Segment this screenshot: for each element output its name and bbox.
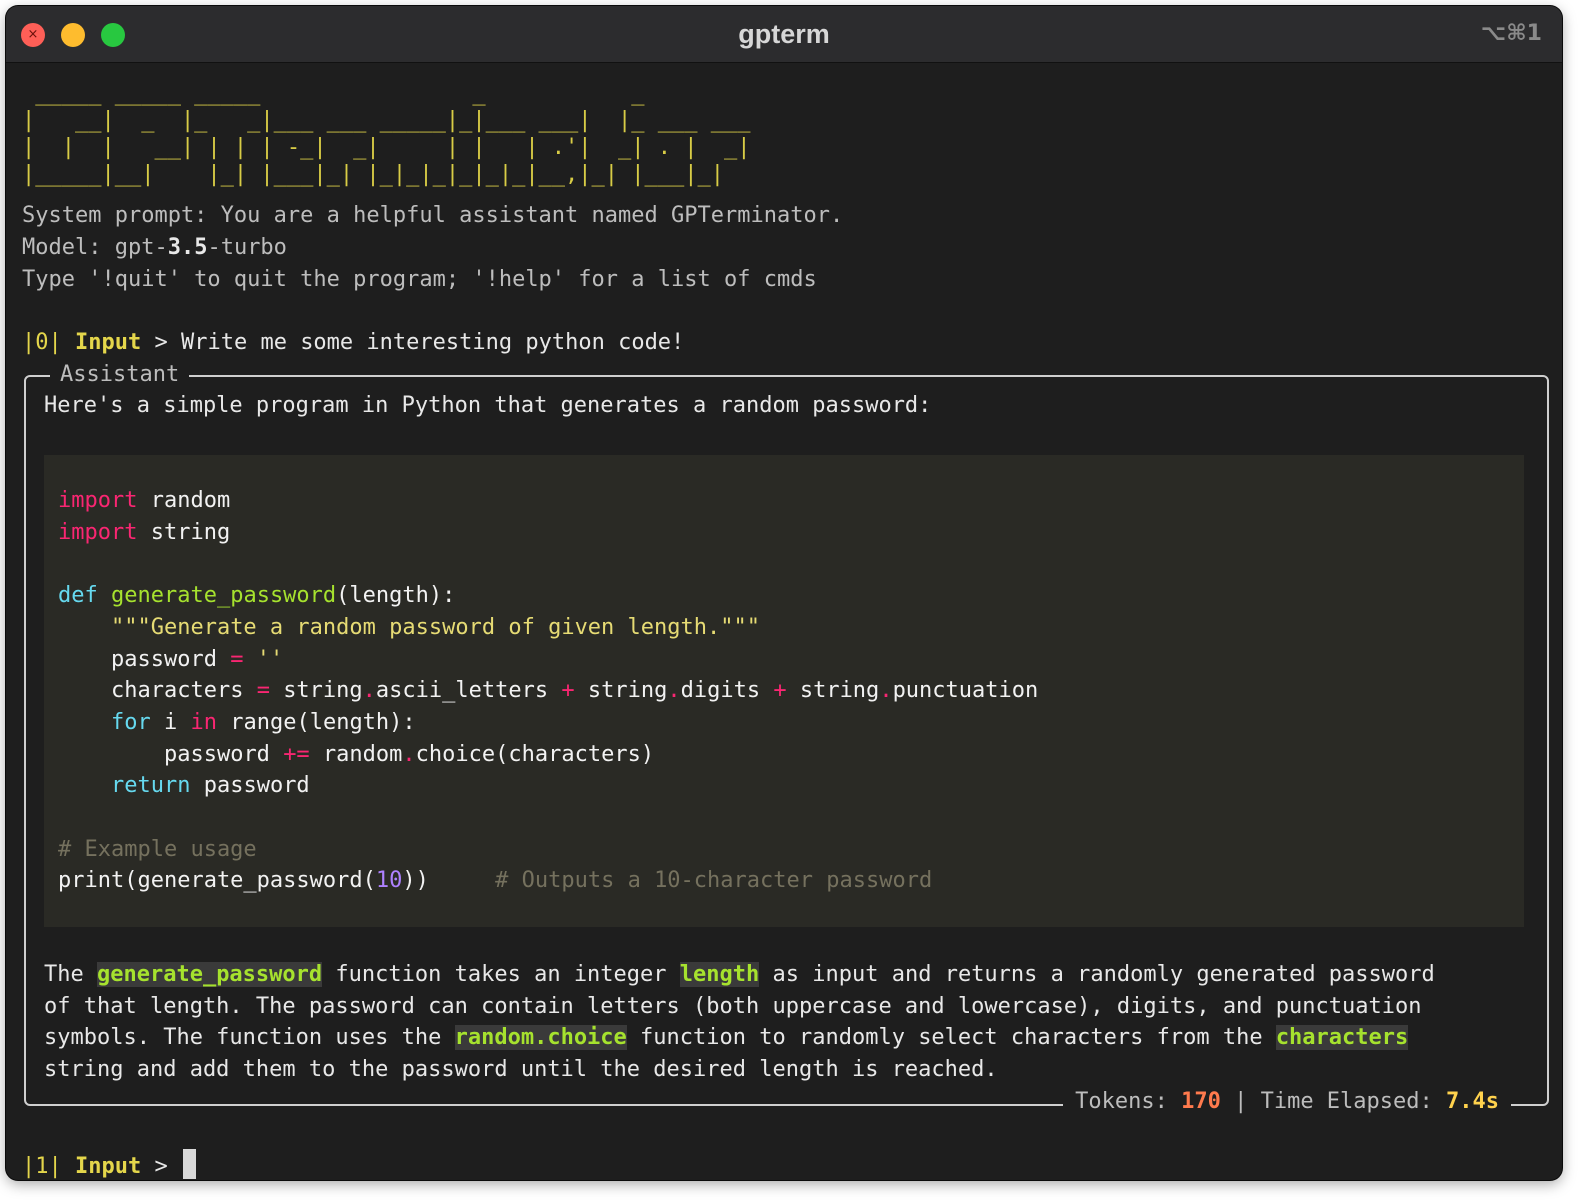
code-line: characters = string.ascii_letters + stri… [110,678,1039,703]
explanation-line: The generate_password function takes an … [44,962,1435,987]
banner-line: | | | __| | | | -_| _| | | | .'| _| . | … [22,135,751,160]
code-line: import random [58,488,231,513]
terminal-window: × gpterm ⌥⌘1 _____ _____ _____ _ _ | __|… [6,6,1562,1180]
explanation-line: symbols. The function uses the random.ch… [44,1025,1409,1050]
window-shortcut: ⌥⌘1 [1480,21,1542,46]
code-line: password = '' [110,647,284,672]
model-version: 3.5 [167,235,208,260]
prompt-label: Input [75,1154,142,1179]
code-line: for i in range(length): [110,710,416,735]
user-message: Write me some interesting python code! [180,330,685,355]
stats-separator: | [1220,1089,1261,1114]
system-prompt-line: System prompt: You are a helpful assista… [22,203,844,228]
tokens-label: Tokens: [1075,1089,1182,1114]
title-bar: × gpterm ⌥⌘1 [6,6,1562,63]
code-line: # Example usage [58,837,257,862]
ascii-banner: _____ _____ _____ _ _ | __| _ |_ _|___ _… [22,80,764,188]
assistant-label: Assistant [50,359,190,391]
code-line: def generate_password(length): [58,583,456,608]
prompt-arrow: > [141,330,181,355]
inline-code: generate_password [96,962,323,987]
input-prompt-0: |0| Input > Write me some interesting py… [22,327,684,359]
inline-code: length [679,962,760,987]
code-line: import string [58,520,231,545]
inline-code: characters [1275,1025,1409,1050]
terminal-content[interactable]: _____ _____ _____ _ _ | __| _ |_ _|___ _… [6,62,1562,1180]
explanation-line: of that length. The password can contain… [44,994,1422,1019]
tokens-value: 170 [1181,1089,1221,1114]
time-value: 7.4s [1446,1089,1499,1114]
input-prompt-1[interactable]: |1| Input > [22,1149,196,1180]
assistant-panel: Assistant Here's a simple program in Pyt… [24,359,1549,1118]
prompt-index: |0| [22,330,62,355]
model-suffix: -turbo [207,235,287,260]
text-cursor[interactable] [182,1149,196,1179]
banner-line: |_____|__| |_| |___|_| |_|_|_|_|_|_|__,|… [22,162,724,187]
explanation-line: string and add them to the password unti… [44,1057,998,1082]
prompt-index: |1| [22,1154,62,1179]
prompt-label: Input [75,330,142,355]
code-line: """Generate a random password of given l… [110,615,760,640]
assistant-intro: Here's a simple program in Python that g… [44,393,932,418]
window-title: gpterm [738,19,830,49]
prompt-arrow: > [141,1154,181,1179]
help-line: Type '!quit' to quit the program; '!help… [22,267,817,292]
model-label: Model: gpt- [22,235,168,260]
inline-code: random.choice [454,1025,627,1050]
response-stats: Tokens: 170 | Time Elapsed: 7.4s [1063,1086,1511,1118]
code-line: return password [110,773,310,798]
model-line: Model: gpt-3.5-turbo [22,232,287,264]
code-line: password += random.choice(characters) [163,742,655,767]
code-block[interactable]: import random import string def generate… [44,455,1524,927]
code-line: print(generate_password(10)) # Outputs a… [58,868,933,893]
banner-line: _____ _____ _____ _ _ [22,81,658,106]
time-label: Time Elapsed: [1260,1089,1447,1114]
banner-line: | __| _ |_ _|___ ___ _____|_|___ ___| |_… [22,108,764,133]
